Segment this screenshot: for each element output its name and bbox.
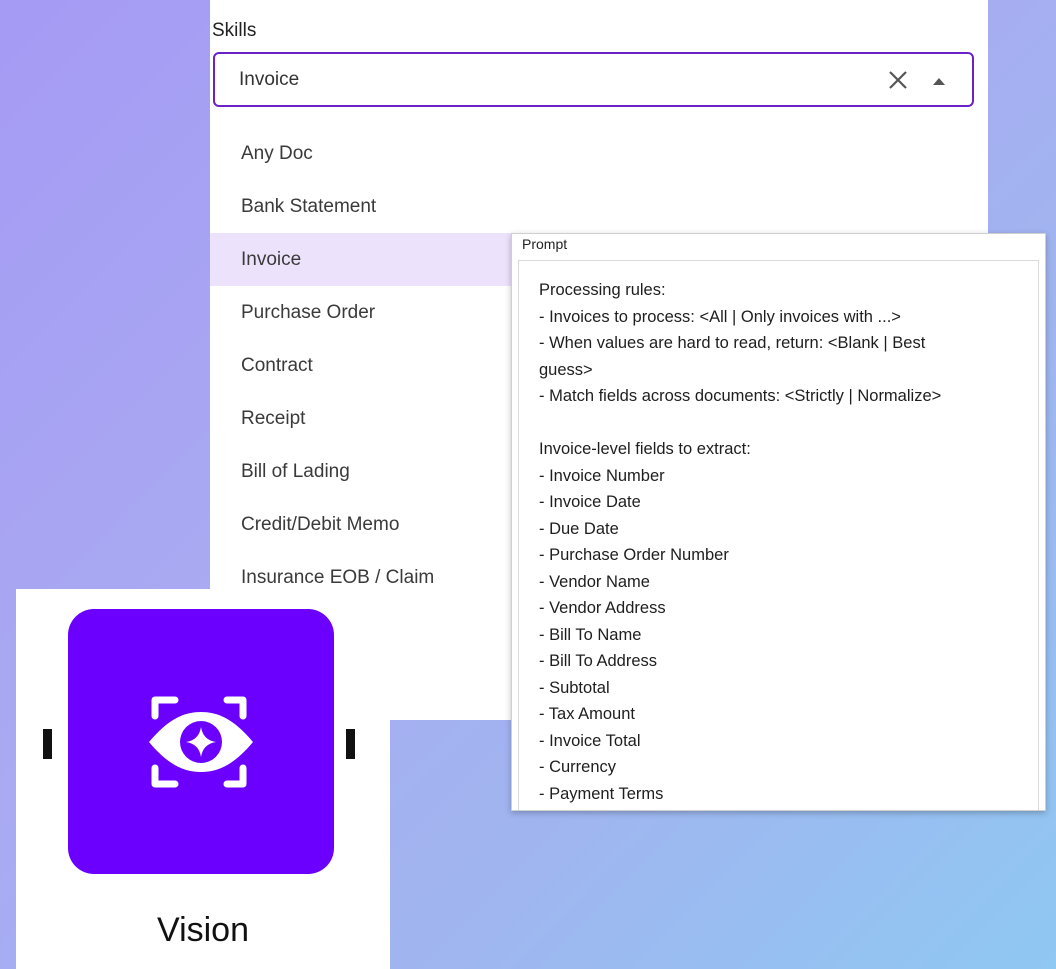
prompt-textarea[interactable]: Processing rules: - Invoices to process: …	[518, 260, 1039, 810]
prompt-line: - Due Date	[539, 519, 619, 538]
prompt-line: - Purchase Order Number	[539, 546, 729, 564]
prompt-line: - Vendor Address	[539, 599, 666, 617]
caret-up-icon[interactable]	[933, 78, 945, 85]
prompt-line: - Invoices to process: <All | Only invoi…	[539, 307, 901, 326]
skills-select-value[interactable]: Invoice	[239, 69, 299, 91]
prompt-line: - Bill To Address	[539, 652, 657, 670]
prompt-line: - Subtotal	[539, 678, 610, 697]
prompt-panel: Prompt Processing rules: - Invoices to pr…	[511, 233, 1046, 811]
prompt-line: - Match fields across documents: <Strict…	[539, 387, 942, 405]
prompt-line: - Vendor Name	[539, 572, 650, 591]
left-connector-handle[interactable]	[43, 729, 52, 759]
skills-select[interactable]: Invoice	[213, 52, 974, 107]
prompt-line: - Invoice Number	[539, 466, 665, 485]
vision-node-card[interactable]: Vision	[16, 589, 390, 969]
vision-node-label: Vision	[157, 911, 249, 949]
prompt-line: - Payment Terms	[539, 784, 664, 803]
prompt-line: Processing rules:	[539, 281, 666, 299]
prompt-text[interactable]: Processing rules: - Invoices to process: …	[539, 277, 1029, 807]
right-connector-handle[interactable]	[346, 729, 355, 759]
prompt-line	[539, 410, 1029, 437]
prompt-line: - Bill To Name	[539, 625, 642, 644]
option-any-doc[interactable]: Any Doc	[210, 127, 988, 180]
prompt-label: Prompt	[522, 236, 568, 252]
close-icon[interactable]	[887, 69, 909, 91]
option-bank-statement[interactable]: Bank Statement	[210, 180, 988, 233]
prompt-line: - When values are hard to read, return: …	[539, 334, 926, 352]
prompt-line: - Invoice Date	[539, 493, 641, 511]
prompt-line: guess>	[539, 360, 593, 379]
prompt-line: - Invoice Total	[539, 731, 641, 750]
skills-label: Skills	[212, 20, 257, 41]
prompt-line: - Tax Amount	[539, 705, 635, 723]
prompt-line: Invoice-level fields to extract:	[539, 440, 751, 458]
prompt-line: - Currency	[539, 758, 617, 776]
vision-eye-icon	[149, 696, 253, 788]
vision-node-tile[interactable]	[68, 609, 334, 874]
